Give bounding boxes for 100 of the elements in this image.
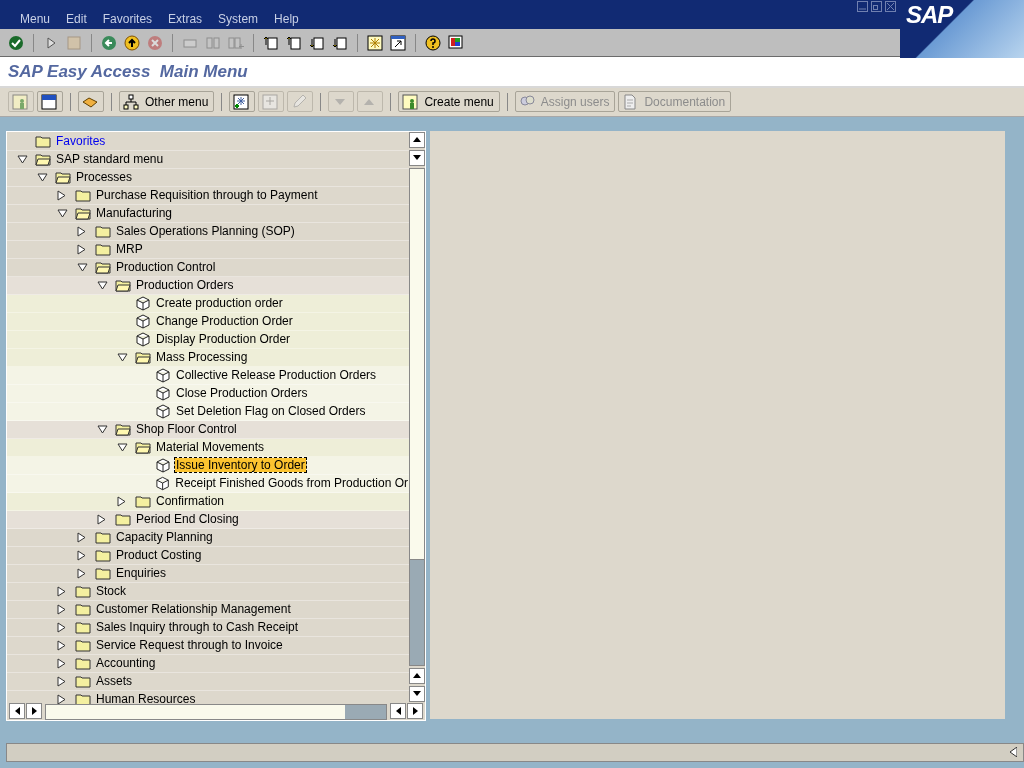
tree-item[interactable]: Service Request through to Invoice	[95, 638, 284, 653]
menu-item[interactable]: System	[218, 12, 259, 30]
help-icon	[425, 34, 441, 51]
left-arrow-icon	[395, 706, 401, 715]
screen-layout-icon	[448, 34, 464, 51]
tree-item[interactable]: Enquiries	[115, 566, 168, 581]
help-button[interactable]	[423, 32, 443, 53]
menu-item[interactable]: Extras	[168, 12, 203, 30]
collapse-triangle-icon[interactable]	[117, 442, 128, 452]
document-icon	[622, 93, 639, 110]
tree-item[interactable]: Product Costing	[115, 548, 203, 563]
toolbar-button[interactable]: Other menu	[119, 91, 215, 113]
restore-icon[interactable]	[871, 1, 882, 12]
new-session-button[interactable]	[365, 32, 385, 53]
collapse-triangle-icon[interactable]	[77, 262, 88, 272]
logo-text: SAP	[906, 1, 953, 29]
down-arrow-icon	[413, 155, 421, 161]
scroll-up-button[interactable]	[409, 667, 425, 684]
tree-item[interactable]: Capacity Planning	[115, 530, 214, 545]
minimize-icon[interactable]	[857, 1, 868, 12]
tree-item[interactable]: Assets	[95, 674, 133, 689]
open-folder-icon	[135, 440, 151, 454]
tree-item[interactable]: Issue Inventory to Order	[175, 458, 306, 473]
tree-item[interactable]: Confirmation	[155, 494, 226, 509]
collapse-triangle-icon[interactable]	[117, 352, 128, 362]
up-arrow-icon	[413, 137, 421, 143]
right-arrow-icon	[31, 706, 37, 715]
expand-triangle-icon[interactable]	[57, 585, 66, 597]
add-favorite-icon	[233, 93, 250, 110]
shortcut-button[interactable]	[388, 32, 408, 53]
open-folder-icon	[135, 350, 151, 364]
toolbar-button[interactable]	[37, 91, 63, 113]
expand-triangle-icon[interactable]	[77, 243, 86, 255]
expand-triangle-icon[interactable]	[57, 675, 66, 687]
expand-triangle-icon[interactable]	[77, 549, 86, 561]
tree-item[interactable]: Production Control	[115, 260, 217, 275]
collapse-triangle-icon[interactable]	[17, 154, 28, 164]
expand-triangle-icon[interactable]	[117, 495, 126, 507]
open-folder-icon	[95, 260, 111, 274]
tree-item[interactable]: Human Resources	[95, 692, 197, 704]
shortcut-icon	[390, 34, 406, 51]
folder-icon	[35, 134, 51, 148]
tree-item[interactable]: Manufacturing	[95, 206, 174, 221]
tree-item[interactable]: MRP	[115, 242, 144, 257]
expand-triangle-icon[interactable]	[57, 621, 66, 633]
close-icon[interactable]	[885, 1, 896, 12]
scroll-up-button[interactable]	[409, 131, 425, 148]
tree-item[interactable]: Processes	[75, 170, 134, 185]
expand-triangle-icon[interactable]	[77, 225, 86, 237]
left-triangle-icon[interactable]	[1010, 747, 1017, 758]
menu-item[interactable]: Edit	[66, 12, 87, 30]
pencil-icon	[291, 93, 308, 110]
tree-item[interactable]: Customer Relationship Management	[95, 602, 292, 617]
tree-item[interactable]: Purchase Requisition through to Payment	[95, 188, 319, 203]
toolbar-button[interactable]: Create menu	[398, 91, 500, 113]
collapse-triangle-icon[interactable]	[97, 424, 108, 434]
scroll-thumb[interactable]	[46, 704, 346, 719]
expand-triangle-icon[interactable]	[57, 189, 66, 201]
menu-item[interactable]: Help	[274, 12, 299, 30]
check-icon	[8, 34, 24, 51]
tree-item[interactable]: Mass Processing	[155, 350, 249, 365]
hierarchy-icon	[123, 93, 139, 110]
menu-item[interactable]: Favorites	[102, 12, 153, 30]
binoculars-plus-icon	[228, 34, 244, 51]
user-icon	[12, 93, 28, 110]
menu-window-icon	[41, 93, 57, 110]
open-folder-icon	[115, 422, 131, 436]
page-arrow-icon	[286, 34, 302, 51]
expand-triangle-icon[interactable]	[57, 603, 66, 615]
toolbar-button[interactable]	[229, 91, 256, 113]
expand-triangle-icon[interactable]	[57, 639, 66, 651]
toolbar-button[interactable]	[78, 91, 104, 113]
menu-item[interactable]: Menu	[20, 12, 51, 30]
tree-item[interactable]: Sales Inquiry through to Cash Receipt	[95, 620, 300, 635]
scroll-down-button[interactable]	[409, 149, 425, 166]
tree-item[interactable]: Stock	[95, 584, 127, 599]
expand-triangle-icon[interactable]	[77, 567, 86, 579]
page-arrow-icon	[263, 34, 279, 51]
up-arrow-icon	[413, 673, 421, 679]
collapse-triangle-icon[interactable]	[37, 172, 48, 182]
tree-item[interactable]: Sales Operations Planning (SOP)	[115, 224, 296, 239]
scroll-thumb[interactable]	[410, 168, 424, 560]
binoculars-icon	[205, 34, 221, 51]
vertical-scrollbar[interactable]	[409, 167, 425, 666]
tree-item[interactable]: Production Orders	[135, 278, 235, 293]
exit-button[interactable]	[122, 32, 142, 53]
left-arrow-icon	[14, 706, 20, 715]
expand-triangle-icon[interactable]	[77, 531, 86, 543]
expand-triangle-icon[interactable]	[57, 657, 66, 669]
expand-triangle-icon[interactable]	[97, 513, 106, 525]
scroll-down-button[interactable]	[409, 685, 425, 702]
open-folder-icon	[115, 278, 131, 292]
collapse-triangle-icon[interactable]	[97, 280, 108, 290]
expand-triangle-icon[interactable]	[57, 693, 66, 704]
open-folder-icon	[75, 206, 91, 220]
down-arrow-icon	[413, 691, 421, 697]
tree-item[interactable]: Accounting	[95, 656, 157, 671]
collapse-triangle-icon[interactable]	[57, 208, 68, 218]
tree-item[interactable]: Favorites	[55, 134, 107, 149]
tree-item[interactable]: SAP standard menu	[55, 152, 165, 167]
